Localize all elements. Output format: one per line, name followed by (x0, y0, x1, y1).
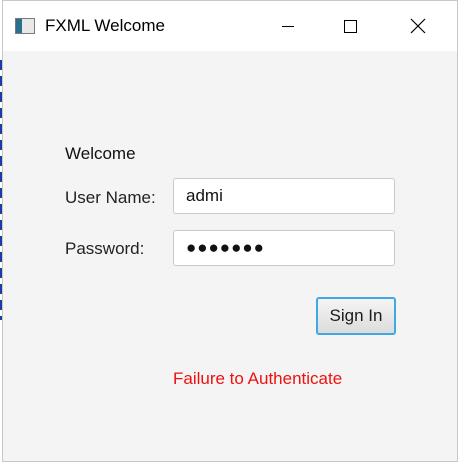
window-title: FXML Welcome (45, 16, 165, 35)
status-message: Failure to Authenticate (173, 369, 343, 388)
maximize-button[interactable] (327, 1, 373, 51)
login-form: Welcome User Name: admi Password: ●●●●●●… (3, 51, 457, 461)
minimize-button[interactable] (265, 1, 311, 51)
close-icon (410, 18, 426, 34)
java-app-icon (15, 18, 35, 34)
password-field[interactable]: ●●●●●●● (173, 230, 395, 266)
password-label: Password: (65, 239, 145, 258)
minimize-icon (282, 25, 294, 27)
welcome-heading: Welcome (65, 144, 136, 163)
fxml-welcome-window: FXML Welcome Welcome User Name: admi Pas… (2, 0, 458, 462)
close-button[interactable] (395, 1, 441, 51)
username-label: User Name: (65, 188, 156, 207)
sign-in-button[interactable]: Sign In (316, 297, 396, 335)
maximize-icon (343, 19, 357, 33)
title-bar[interactable]: FXML Welcome (3, 1, 457, 51)
username-field[interactable]: admi (173, 178, 395, 214)
